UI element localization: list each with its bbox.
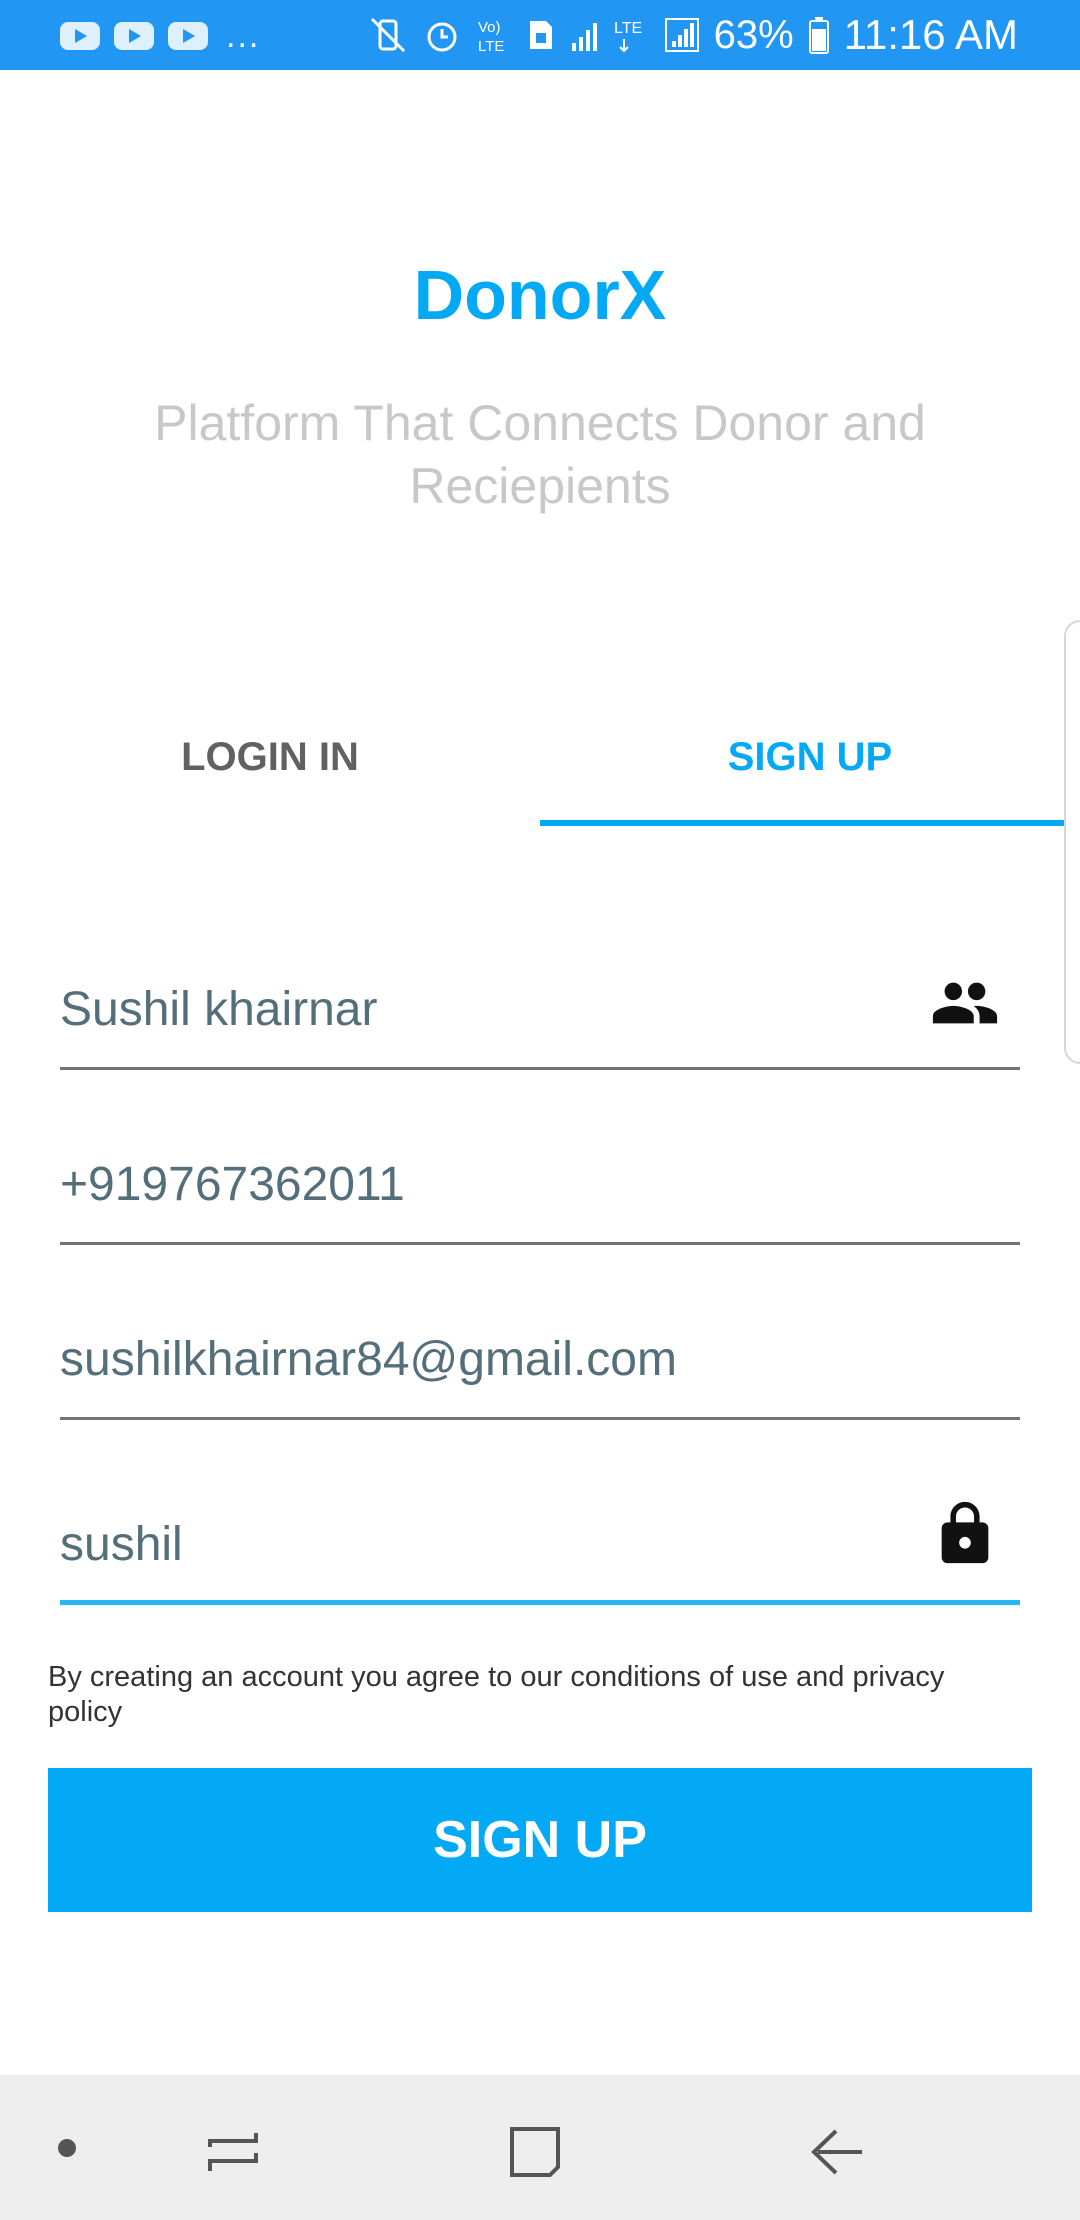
auth-tabs: LOGIN IN SIGN UP bbox=[0, 700, 1080, 830]
svg-text:LTE: LTE bbox=[614, 20, 642, 37]
volte-icon: Vo) LTE bbox=[476, 15, 512, 55]
terms-text: By creating an account you agree to our … bbox=[48, 1661, 945, 1728]
tab-login[interactable]: LOGIN IN bbox=[0, 700, 540, 830]
phone-field-underline bbox=[60, 1242, 1020, 1245]
status-time: 11:16 AM bbox=[843, 11, 1018, 58]
name-field[interactable] bbox=[60, 960, 960, 1060]
lte-icon: LTE bbox=[614, 15, 650, 55]
password-field-container bbox=[60, 1495, 1020, 1605]
more-notifications-indicator: ... bbox=[226, 17, 261, 55]
youtube-icon bbox=[114, 22, 154, 50]
system-icons: Vo) LTE LTE 63% 11:16 AM bbox=[368, 10, 1018, 60]
signal-icon bbox=[570, 15, 600, 55]
sim-icon bbox=[526, 15, 556, 55]
name-field-container bbox=[60, 960, 1020, 1070]
svg-text:LTE: LTE bbox=[478, 38, 504, 55]
home-icon[interactable] bbox=[500, 2117, 570, 2187]
selected-tab-indicator bbox=[540, 820, 1080, 826]
alarm-icon bbox=[422, 15, 462, 55]
signup-button[interactable]: SIGN UP bbox=[48, 1768, 1032, 1912]
email-field-container bbox=[60, 1310, 1020, 1420]
navigation-bar bbox=[0, 2075, 1080, 2220]
dot-indicator-icon[interactable] bbox=[58, 2139, 76, 2157]
notification-icons: ... bbox=[60, 18, 260, 54]
name-field-underline bbox=[60, 1067, 1020, 1070]
tab-signup[interactable]: SIGN UP bbox=[540, 700, 1080, 830]
battery-icon bbox=[808, 15, 830, 55]
youtube-icon bbox=[60, 22, 100, 50]
status-bar: ... Vo) LTE LTE 63% 11:16 AM bbox=[0, 0, 1080, 70]
password-field[interactable] bbox=[60, 1495, 960, 1595]
recents-icon[interactable] bbox=[198, 2117, 268, 2187]
back-icon[interactable] bbox=[802, 2117, 872, 2187]
youtube-icon bbox=[168, 22, 208, 50]
signal-icon bbox=[664, 15, 700, 55]
vibrate-mute-icon bbox=[368, 15, 408, 55]
password-field-underline bbox=[60, 1600, 1020, 1605]
people-icon bbox=[930, 968, 1000, 1038]
phone-field-container bbox=[60, 1135, 1020, 1245]
svg-text:Vo): Vo) bbox=[478, 19, 501, 36]
battery-percentage: 63% bbox=[713, 12, 794, 57]
email-field[interactable] bbox=[60, 1310, 960, 1410]
email-field-underline bbox=[60, 1417, 1020, 1420]
app-title: DonorX bbox=[413, 256, 667, 334]
app-subtitle: Platform That Connects Donor and Reciepi… bbox=[154, 395, 926, 514]
lock-icon bbox=[930, 1499, 1000, 1569]
phone-field[interactable] bbox=[60, 1135, 960, 1235]
edge-panel-handle[interactable] bbox=[1064, 620, 1080, 1064]
